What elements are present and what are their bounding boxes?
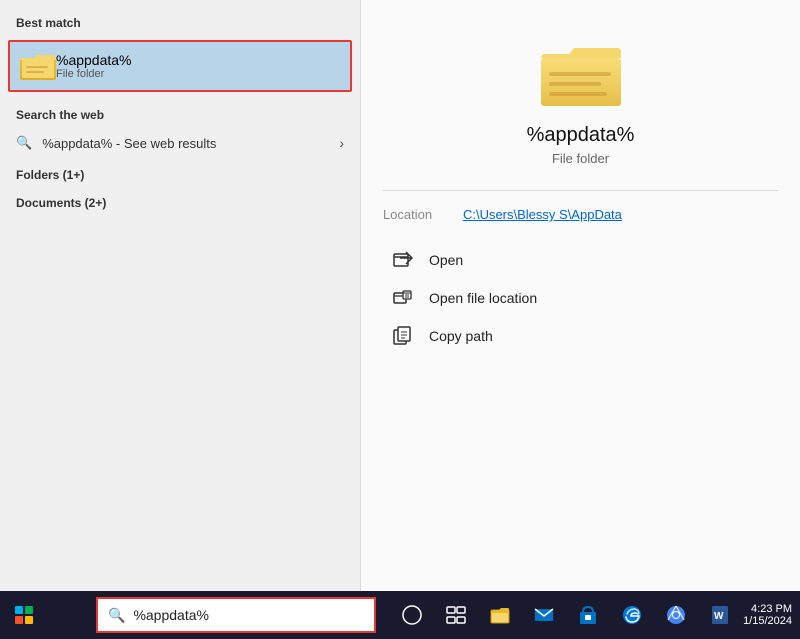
taskbar-search-box[interactable]: 🔍 %appdata% — [96, 597, 376, 633]
location-row: Location C:\Users\Blessy S\AppData — [383, 207, 778, 222]
folder-icon-small — [20, 50, 56, 82]
open-file-location-action[interactable]: Open file location — [383, 280, 778, 316]
open-icon — [389, 250, 417, 270]
best-match-label: Best match — [0, 0, 360, 36]
taskbar-search-icon: 🔍 — [108, 607, 125, 624]
result-title: %appdata% — [527, 124, 635, 147]
open-action[interactable]: Open — [383, 242, 778, 278]
web-search-label: Search the web — [0, 96, 360, 128]
best-match-subtitle: File folder — [56, 68, 132, 80]
result-type: File folder — [552, 151, 609, 166]
store-icon — [577, 604, 599, 626]
taskbar-search-text: %appdata% — [133, 607, 209, 623]
folder-icon-large — [541, 40, 621, 110]
chrome-icon — [665, 604, 687, 626]
divider — [383, 190, 778, 191]
web-search-text: %appdata% - See web results — [42, 136, 339, 151]
folders-label: Folders (1+) — [0, 158, 360, 186]
web-search-item[interactable]: 🔍 %appdata% - See web results › — [0, 128, 360, 158]
svg-text:W: W — [714, 611, 724, 622]
documents-label: Documents (2+) — [0, 186, 360, 214]
system-tray: 4:23 PM 1/15/2024 — [743, 603, 800, 627]
web-suffix: - See web results — [112, 136, 216, 151]
web-query: %appdata% — [42, 136, 112, 151]
open-file-location-label: Open file location — [429, 290, 537, 306]
best-match-title: %appdata% — [56, 52, 132, 68]
best-match-item[interactable]: %appdata% File folder — [8, 40, 352, 92]
cortana-icon — [401, 604, 423, 626]
copy-path-action[interactable]: Copy path — [383, 318, 778, 354]
chrome-button[interactable] — [656, 591, 696, 639]
location-path[interactable]: C:\Users\Blessy S\AppData — [463, 207, 622, 222]
chevron-right-icon: › — [339, 135, 344, 151]
start-button[interactable] — [0, 591, 48, 639]
open-file-location-icon — [389, 288, 417, 308]
action-list: Open Open file location — [383, 242, 778, 354]
word-button[interactable]: W — [700, 591, 740, 639]
copy-path-label: Copy path — [429, 328, 493, 344]
folder-svg-large — [541, 40, 621, 110]
taskbar-icons: W — [392, 591, 740, 639]
left-panel: Best match %appdata% File folder Search … — [0, 0, 360, 591]
edge-icon — [621, 604, 643, 626]
taskbar: 🔍 %appdata% — [0, 591, 800, 639]
windows-logo-icon — [15, 606, 33, 624]
cortana-button[interactable] — [392, 591, 432, 639]
best-match-text: %appdata% File folder — [56, 52, 132, 80]
search-icon: 🔍 — [16, 135, 32, 151]
store-button[interactable] — [568, 591, 608, 639]
right-panel: %appdata% File folder Location C:\Users\… — [360, 0, 800, 591]
copy-path-icon — [389, 326, 417, 346]
file-explorer-icon — [489, 604, 511, 626]
open-label: Open — [429, 252, 463, 268]
task-view-icon — [445, 604, 467, 626]
file-explorer-button[interactable] — [480, 591, 520, 639]
tray-time: 4:23 PM 1/15/2024 — [743, 603, 792, 627]
edge-button[interactable] — [612, 591, 652, 639]
mail-icon — [533, 604, 555, 626]
mail-button[interactable] — [524, 591, 564, 639]
task-view-button[interactable] — [436, 591, 476, 639]
location-label: Location — [383, 207, 463, 222]
word-icon: W — [709, 604, 731, 626]
